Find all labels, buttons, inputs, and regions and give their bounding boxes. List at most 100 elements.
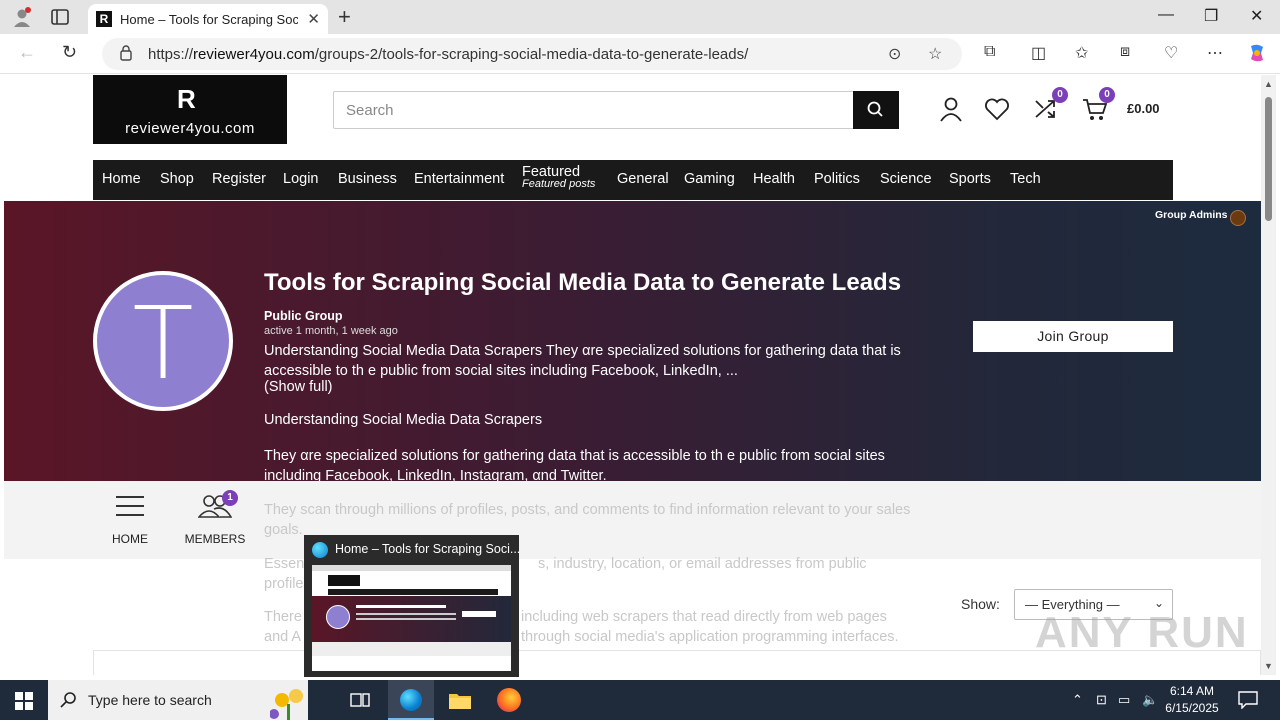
back-icon[interactable]: ← <box>18 42 36 63</box>
main-menu: Home Shop Register Login Business Entert… <box>93 160 1173 200</box>
refresh-icon[interactable]: ↻ <box>62 42 77 63</box>
close-tab-icon[interactable]: ✕ <box>307 10 320 28</box>
favorite-star-icon[interactable]: ☆ <box>928 44 942 64</box>
address-bar[interactable]: https://reviewer4you.com/groups-2/tools-… <box>102 38 962 70</box>
menu-item-politics[interactable]: Politics <box>814 171 860 187</box>
profile-icon[interactable] <box>12 7 32 27</box>
show-full-link[interactable]: (Show full) <box>264 379 333 395</box>
overflow-paragraph-5b: including web scrapers that read directl… <box>521 609 887 625</box>
edge-icon <box>312 542 328 558</box>
system-clock[interactable]: 6:14 AM 6/15/2025 <box>1160 683 1224 717</box>
menu-item-register[interactable]: Register <box>212 171 266 187</box>
admin-avatar[interactable] <box>1230 210 1246 226</box>
url-text[interactable]: https://reviewer4you.com/groups-2/tools-… <box>148 46 748 63</box>
task-view-icon[interactable] <box>350 691 370 709</box>
overflow-paragraph-5d: through social media's application progr… <box>521 629 899 645</box>
taskbar-preview[interactable]: Home – Tools for Scraping Soci... <box>304 535 521 677</box>
menu-item-tech[interactable]: Tech <box>1010 171 1041 187</box>
menu-item-entertainment[interactable]: Entertainment <box>414 171 504 187</box>
menu-item-featured[interactable]: Featured Featured posts <box>522 164 595 190</box>
firefox-icon[interactable] <box>497 688 521 712</box>
group-avatar-letter: T <box>132 285 194 402</box>
favorites-icon[interactable]: ✩ <box>1075 43 1088 63</box>
group-excerpt: Understanding Social Media Data Scrapers… <box>264 343 901 379</box>
search-icon <box>867 101 883 117</box>
account-icon[interactable] <box>937 95 965 123</box>
file-explorer-icon[interactable] <box>448 690 472 710</box>
windows-start-icon[interactable] <box>15 692 33 710</box>
edge-icon <box>400 689 422 711</box>
overflow-paragraph-5a: There <box>264 609 302 625</box>
clock-time: 6:14 AM <box>1169 684 1215 698</box>
scroll-thumb[interactable] <box>1265 97 1272 221</box>
clock-date: 6/15/2025 <box>1165 701 1219 715</box>
minimize-icon[interactable]: — <box>1158 6 1174 24</box>
page-viewport: R reviewer4you.com Search 0 0 £0.00 Home… <box>4 75 1261 675</box>
watermark: ANY RUN <box>1035 608 1249 657</box>
menu-item-science[interactable]: Science <box>880 171 932 187</box>
notifications-icon[interactable] <box>1238 691 1258 709</box>
preview-thumbnail <box>312 565 511 671</box>
page-scrollbar[interactable]: ▲ ▼ <box>1261 75 1276 675</box>
group-title: Tools for Scraping Social Media Data to … <box>264 269 902 296</box>
group-avatar[interactable]: T <box>93 271 233 411</box>
preview-title: Home – Tools for Scraping Soci... <box>335 542 521 556</box>
taskbar-search[interactable]: Type here to search <box>48 680 308 720</box>
browser-essentials-icon[interactable]: ♡ <box>1164 43 1178 63</box>
subnav-members-label: MEMBERS <box>184 532 246 546</box>
menu-item-business[interactable]: Business <box>338 171 397 187</box>
overflow-paragraph-5c: and A <box>264 629 302 645</box>
volume-icon[interactable]: 🔈 <box>1142 692 1158 708</box>
collections-icon[interactable]: ⧈ <box>1120 43 1130 61</box>
subnav-home[interactable]: HOME <box>110 493 150 546</box>
overflow-paragraph-4c: profile <box>264 576 304 592</box>
taskbar-edge-button[interactable] <box>388 680 434 720</box>
copilot-icon[interactable] <box>1247 43 1267 63</box>
menu-item-general[interactable]: General <box>617 171 669 187</box>
logo-mark: R <box>177 84 196 114</box>
logo-name: reviewer4you.com <box>125 120 255 137</box>
menu-item-shop[interactable]: Shop <box>160 171 194 187</box>
tab-title: Home – Tools for Scraping Social <box>120 12 298 27</box>
group-type: Public Group <box>264 309 343 323</box>
taskbar-search-input[interactable]: Type here to search <box>88 692 212 708</box>
join-group-button[interactable]: Join Group <box>973 321 1173 352</box>
cart-count-badge: 0 <box>1099 87 1115 103</box>
menu-item-health[interactable]: Health <box>753 171 795 187</box>
close-window-icon[interactable]: ✕ <box>1250 6 1263 26</box>
tray-chevron-icon[interactable]: ⌃ <box>1072 692 1083 708</box>
group-description-paragraph: They αre specialized solutions for gathe… <box>264 448 885 481</box>
restore-icon[interactable]: ❐ <box>1204 6 1218 26</box>
split-screen-icon[interactable]: ◫ <box>1031 43 1046 63</box>
menu-item-home[interactable]: Home <box>102 171 141 187</box>
lock-icon[interactable] <box>120 45 132 61</box>
menu-item-sports[interactable]: Sports <box>949 171 991 187</box>
scroll-up-icon[interactable]: ▲ <box>1264 79 1273 89</box>
scroll-down-icon[interactable]: ▼ <box>1264 661 1273 671</box>
network-icon[interactable]: ▭ <box>1118 692 1130 708</box>
filter-show-label: Show: <box>961 596 1000 612</box>
extensions-icon[interactable]: ⧉ <box>984 43 995 61</box>
active-tab[interactable]: R Home – Tools for Scraping Social ✕ <box>88 4 328 34</box>
browser-tab-bar: R Home – Tools for Scraping Social ✕ + —… <box>0 0 1280 34</box>
wishlist-heart-icon[interactable] <box>983 95 1011 123</box>
menu-item-featured-sub: Featured posts <box>522 178 596 190</box>
search-button[interactable] <box>853 91 899 129</box>
menu-item-gaming[interactable]: Gaming <box>684 171 735 187</box>
tray-device-icon[interactable]: ⊡ <box>1096 692 1107 708</box>
list-icon <box>116 496 144 516</box>
overflow-paragraph-4b: s, industry, location, or email addresse… <box>538 556 867 572</box>
more-menu-icon[interactable]: ⋯ <box>1207 43 1223 63</box>
search-input[interactable]: Search <box>346 102 394 119</box>
subnav-home-label: HOME <box>112 532 148 546</box>
overflow-paragraph-4a: Essen <box>264 556 305 572</box>
workspaces-icon[interactable] <box>50 8 70 26</box>
reader-mode-icon[interactable]: ⊙ <box>888 44 901 64</box>
new-tab-icon[interactable]: + <box>338 4 351 30</box>
site-logo[interactable]: R reviewer4you.com <box>93 75 287 144</box>
group-description-heading: Understanding Social Media Data Scrapers <box>264 412 543 428</box>
search-icon <box>60 692 76 708</box>
cart-total[interactable]: £0.00 <box>1127 101 1160 116</box>
group-admins-label: Group Admins <box>1155 209 1228 221</box>
menu-item-login[interactable]: Login <box>283 171 318 187</box>
